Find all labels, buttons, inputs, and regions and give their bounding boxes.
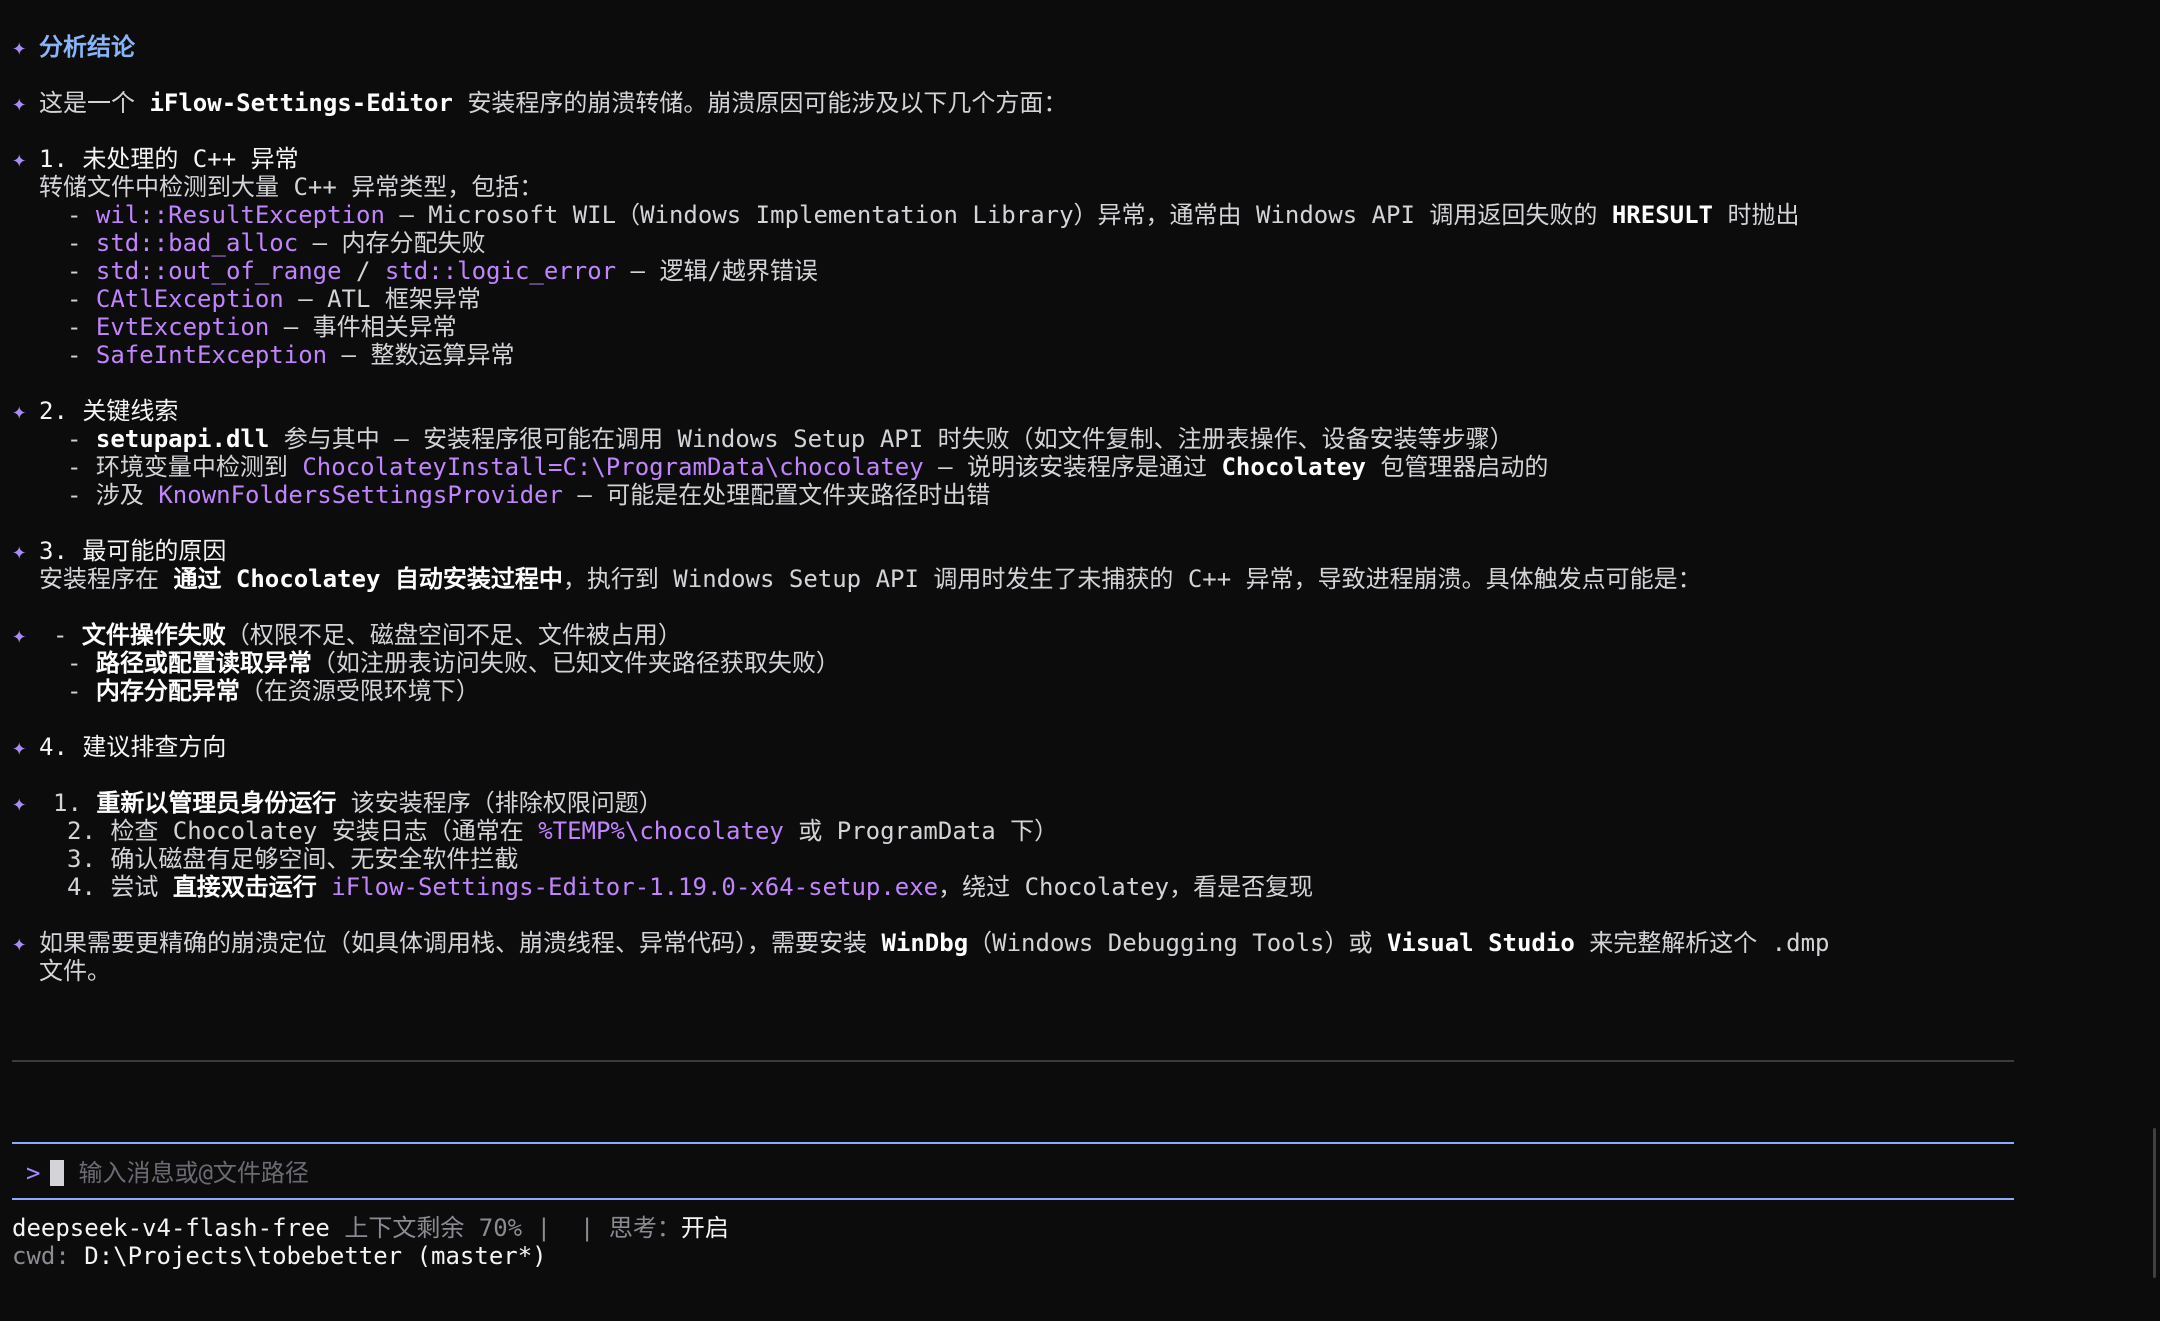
list-item: - std::out_of_range / std::logic_error –… bbox=[67, 257, 818, 285]
list-item: - setupapi.dll 参与其中 – 安装程序很可能在调用 Windows… bbox=[67, 425, 1514, 453]
list-item: - EvtException – 事件相关异常 bbox=[67, 313, 457, 341]
status-bar: deepseek-v4-flash-free 上下文剩余 70% | | 思考：… bbox=[12, 1214, 729, 1270]
cwd-label: cwd: bbox=[12, 1242, 70, 1270]
sparkle-icon: ✦ bbox=[12, 537, 27, 565]
sparkle-icon: ✦ bbox=[12, 89, 27, 117]
list-item: - 环境变量中检测到 ChocolateyInstall=C:\ProgramD… bbox=[67, 453, 1549, 481]
section-title: ✦ 分析结论 bbox=[12, 33, 135, 61]
intro-text: ✦ 这是一个 iFlow-Settings-Editor 安装程序的崩溃转储。崩溃… bbox=[12, 89, 1068, 117]
divider bbox=[12, 1060, 2014, 1062]
scrollbar[interactable] bbox=[2153, 1128, 2156, 1278]
sparkle-icon: ✦ bbox=[12, 789, 27, 817]
list-item: - SafeIntException – 整数运算异常 bbox=[67, 341, 515, 369]
prompt-symbol: > bbox=[26, 1159, 41, 1187]
chat-transcript: ✦ 分析结论 ✦ 这是一个 iFlow-Settings-Editor 安装程序的崩… bbox=[12, 33, 2012, 985]
sparkle-icon: ✦ bbox=[12, 145, 27, 173]
list-item: - CAtlException – ATL 框架异常 bbox=[67, 285, 481, 313]
section-1-heading: ✦ 1. 未处理的 C++ 异常 bbox=[12, 145, 299, 173]
list-item: - 涉及 KnownFoldersSettingsProvider – 可能是在… bbox=[67, 481, 991, 509]
sparkle-icon: ✦ bbox=[12, 621, 27, 649]
message-input-row[interactable]: > bbox=[26, 1157, 979, 1189]
model-name: deepseek-v4-flash-free bbox=[12, 1214, 330, 1242]
list-item: ✦ - 文件操作失败（权限不足、磁盘空间不足、文件被占用） bbox=[12, 621, 682, 649]
context-status: 上下文剩余 70% | | 思考： bbox=[329, 1214, 681, 1242]
list-item: ✦ 1. 重新以管理员身份运行 该安装程序（排除权限问题） bbox=[12, 789, 663, 817]
list-item: - 路径或配置读取异常（如注册表访问失败、已知文件夹路径获取失败） bbox=[67, 649, 840, 677]
section-4-heading: ✦ 4. 建议排查方向 bbox=[12, 733, 227, 761]
section-3-desc: 安装程序在 通过 Chocolatey 自动安装过程中，执行到 Windows … bbox=[39, 565, 1702, 593]
message-input[interactable] bbox=[78, 1159, 979, 1187]
final-note-cont: 文件。 bbox=[39, 957, 111, 985]
text-cursor bbox=[50, 1160, 65, 1186]
list-item: - wil::ResultException – Microsoft WIL（W… bbox=[67, 201, 1800, 229]
list-item: 3. 确认磁盘有足够空间、无安全软件拦截 bbox=[67, 845, 519, 873]
sparkle-icon: ✦ bbox=[12, 929, 27, 957]
section-1-desc: 转储文件中检测到大量 C++ 异常类型，包括： bbox=[39, 173, 544, 201]
sparkle-icon: ✦ bbox=[12, 33, 27, 61]
section-2-heading: ✦ 2. 关键线索 bbox=[12, 397, 179, 425]
sparkle-icon: ✦ bbox=[12, 733, 27, 761]
list-item: 4. 尝试 直接双击运行 iFlow-Settings-Editor-1.19.… bbox=[67, 873, 1314, 901]
section-3-heading: ✦ 3. 最可能的原因 bbox=[12, 537, 227, 565]
final-note: ✦ 如果需要更精确的崩溃定位（如具体调用栈、崩溃线程、异常代码），需要安装 Win… bbox=[12, 929, 1830, 957]
input-border-bottom bbox=[12, 1198, 2014, 1200]
sparkle-icon: ✦ bbox=[12, 397, 27, 425]
list-item: 2. 检查 Chocolatey 安装日志（通常在 %TEMP%\chocola… bbox=[67, 817, 1059, 845]
input-border-top bbox=[12, 1142, 2014, 1144]
list-item: - std::bad_alloc – 内存分配失败 bbox=[67, 229, 486, 257]
thinking-status: 开启 bbox=[680, 1214, 729, 1242]
list-item: - 内存分配异常（在资源受限环境下） bbox=[67, 677, 480, 705]
cwd-path: D:\Projects\tobebetter (master*) bbox=[69, 1242, 547, 1270]
